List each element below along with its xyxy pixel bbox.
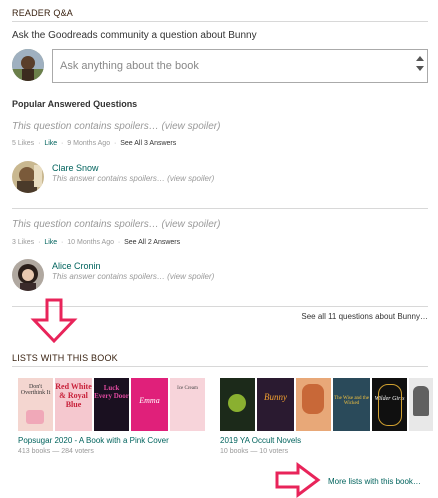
- more-lists-link[interactable]: More lists with this book…: [328, 477, 421, 486]
- divider: [12, 21, 428, 22]
- book-cover[interactable]: Red White & Royal Blue: [55, 378, 92, 431]
- question-time: 10 Months Ago: [67, 239, 114, 246]
- book-cover[interactable]: [220, 378, 255, 431]
- answerer-avatar-image: [12, 161, 44, 193]
- answerer-name[interactable]: Clare Snow: [52, 163, 99, 173]
- see-all-answers-link[interactable]: See All 2 Answers: [124, 239, 180, 246]
- question-meta: 5 Likes · Like · 9 Months Ago · See All …: [12, 140, 177, 147]
- book-cover[interactable]: The Wise and the Wicked: [333, 378, 370, 431]
- answer-view-spoiler-link[interactable]: (view spoiler): [167, 272, 214, 281]
- book-cover[interactable]: Wilder Girls: [372, 378, 407, 431]
- answer-spoiler-text: This answer contains spoilers…: [52, 272, 165, 281]
- answerer-avatar[interactable]: [12, 161, 44, 193]
- question-input[interactable]: [53, 50, 407, 82]
- divider: [12, 366, 428, 367]
- likes-count: 3 Likes: [12, 239, 35, 246]
- answerer-name[interactable]: Alice Cronin: [52, 261, 101, 271]
- user-avatar[interactable]: [12, 49, 44, 81]
- popular-title: Popular Answered Questions: [12, 99, 138, 109]
- list-name-link[interactable]: Popsugar 2020 - A Book with a Pink Cover: [18, 436, 169, 445]
- view-spoiler-link[interactable]: (view spoiler): [162, 219, 221, 230]
- like-button[interactable]: Like: [44, 239, 57, 246]
- list-meta: 10 books — 10 voters: [220, 448, 289, 455]
- cover-title: Don't Overthink It: [20, 384, 51, 396]
- question-spoiler: This question contains spoilers… (view s…: [12, 219, 220, 230]
- cover-title: Ice Cream: [177, 386, 198, 391]
- down-arrow-icon: [30, 298, 78, 344]
- answer-spoiler-text: This answer contains spoilers…: [52, 174, 165, 183]
- book-cover[interactable]: Emma: [131, 378, 168, 431]
- ask-title: Ask the Goodreads community a question a…: [12, 30, 257, 41]
- divider: [12, 208, 428, 209]
- answerer-avatar-image: [12, 259, 44, 291]
- book-cover[interactable]: Ice Cream: [170, 378, 205, 431]
- likes-count: 5 Likes: [12, 140, 35, 147]
- answer-view-spoiler-link[interactable]: (view spoiler): [167, 174, 214, 183]
- resize-stepper[interactable]: [415, 54, 425, 80]
- cover-title: The Wise and the Wicked: [334, 396, 369, 406]
- cover-title: Bunny: [264, 392, 287, 402]
- cover-title: Luck Every Door: [94, 384, 129, 400]
- chevron-up-icon[interactable]: [416, 56, 424, 61]
- see-all-questions-link[interactable]: See all 11 questions about Bunny…: [301, 312, 428, 321]
- question-meta: 3 Likes · Like · 10 Months Ago · See All…: [12, 239, 181, 246]
- question-spoiler: This question contains spoilers… (view s…: [12, 121, 220, 132]
- book-cover[interactable]: Luck Every Door: [94, 378, 129, 431]
- answerer-avatar[interactable]: [12, 259, 44, 291]
- list-name-link[interactable]: 2019 YA Occult Novels: [220, 436, 301, 445]
- book-cover[interactable]: [409, 378, 433, 431]
- cover-title: Red White & Royal Blue: [55, 382, 92, 409]
- question-input-box[interactable]: [52, 49, 428, 83]
- right-arrow-icon: [275, 462, 321, 498]
- book-cover[interactable]: [296, 378, 331, 431]
- question-time: 9 Months Ago: [67, 140, 111, 147]
- question-spoiler-text: This question contains spoilers…: [12, 219, 159, 230]
- user-avatar-image: [12, 49, 44, 81]
- question-spoiler-text: This question contains spoilers…: [12, 121, 159, 132]
- section-title: READER Q&A: [12, 8, 74, 18]
- like-button[interactable]: Like: [44, 140, 57, 147]
- answer-spoiler: This answer contains spoilers… (view spo…: [52, 174, 214, 183]
- cover-title: Emma: [139, 396, 160, 405]
- book-cover[interactable]: Bunny: [257, 378, 294, 431]
- book-cover[interactable]: Don't Overthink It: [18, 378, 53, 431]
- view-spoiler-link[interactable]: (view spoiler): [162, 121, 221, 132]
- see-all-answers-link[interactable]: See All 3 Answers: [120, 140, 176, 147]
- chevron-down-icon[interactable]: [416, 66, 424, 71]
- list-meta: 413 books — 284 voters: [18, 448, 94, 455]
- answer-spoiler: This answer contains spoilers… (view spo…: [52, 272, 214, 281]
- lists-title: LISTS WITH THIS BOOK: [12, 353, 118, 363]
